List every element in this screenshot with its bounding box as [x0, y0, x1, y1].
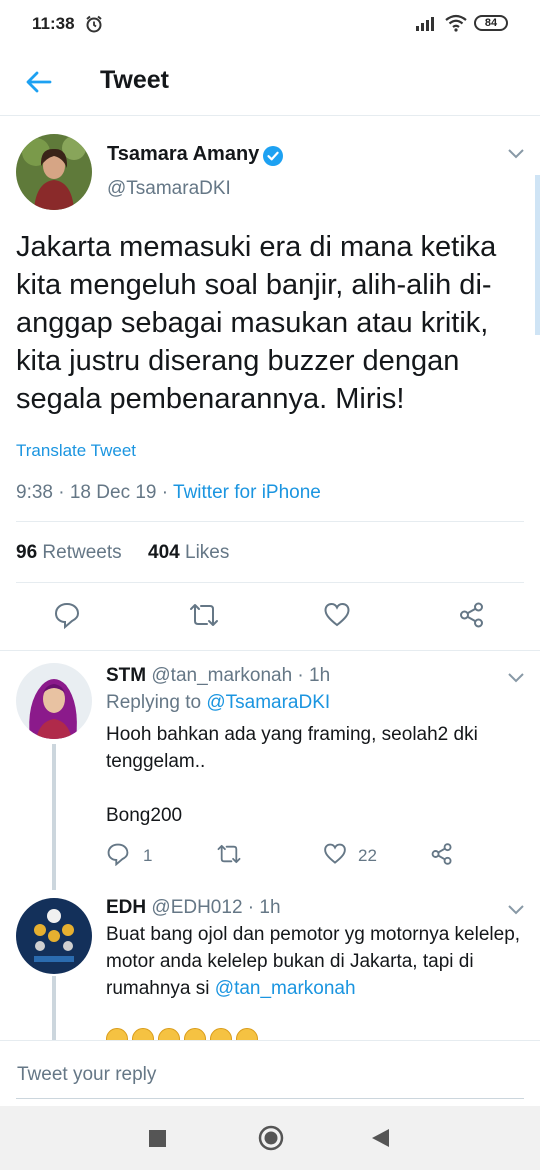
reply-count: 1 — [143, 846, 153, 865]
reply-handle-time: @EDH012 · 1h — [151, 897, 281, 918]
status-bar: 11:38 84 — [0, 0, 540, 46]
avatar-image — [16, 134, 92, 210]
page-title: Tweet — [100, 66, 169, 94]
avatar-image — [16, 898, 92, 974]
reply-tweet[interactable]: EDH @EDH012 · 1h Buat bang ojol dan pemo… — [0, 890, 540, 1040]
reply-input[interactable]: Tweet your reply — [17, 1064, 156, 1086]
divider — [16, 582, 524, 583]
reply-text-2: Bong200 — [106, 805, 183, 826]
avatar-image — [16, 663, 92, 739]
reply-avatar[interactable] — [16, 898, 92, 974]
translate-tweet-link[interactable]: Translate Tweet — [16, 441, 136, 461]
back-triangle-icon[interactable] — [372, 1129, 389, 1147]
tweet-timestamp: 9:38 · 18 Dec 19 · — [16, 482, 174, 503]
reply-header: STM @tan_markonah · 1h — [106, 665, 330, 687]
retweets-label: Retweets — [42, 542, 122, 563]
verified-badge-icon — [263, 146, 283, 166]
retweet-icon[interactable] — [188, 601, 220, 629]
retweets-stat[interactable]: 96 Retweets — [16, 542, 122, 563]
scrollbar[interactable] — [535, 175, 540, 335]
reply-author-name[interactable]: EDH — [106, 897, 146, 918]
retweets-count: 96 — [16, 542, 38, 563]
reply-icon[interactable] — [106, 842, 130, 866]
author-avatar[interactable] — [16, 134, 92, 210]
reply-text: Hooh bahkan ada yang framing, seolah2 dk… — [106, 724, 478, 772]
chevron-down-icon[interactable] — [507, 904, 525, 916]
tweet-meta: 9:38 · 18 Dec 19 · Twitter for iPhone — [16, 482, 321, 504]
reply-text: Buat bang ojol dan pemotor yg motornya k… — [106, 921, 531, 1002]
reply-tweet[interactable]: STM @tan_markonah · 1h Replying to @Tsam… — [0, 650, 540, 890]
wifi-icon — [445, 14, 467, 32]
home-circle-icon[interactable] — [258, 1125, 284, 1151]
author-name[interactable]: Tsamara Amany — [107, 143, 259, 166]
share-icon[interactable] — [430, 842, 454, 866]
reply-avatar[interactable] — [16, 663, 92, 739]
reply-handle-time: @tan_markonah · 1h — [151, 665, 331, 686]
heart-icon[interactable] — [323, 601, 351, 629]
replying-to-prefix: Replying to — [106, 692, 207, 713]
reply-icon[interactable] — [53, 601, 81, 629]
replying-to-link[interactable]: @TsamaraDKI — [206, 692, 330, 713]
tweet-text: Jakarta memasuki era di mana ketika kita… — [16, 231, 497, 415]
divider — [16, 521, 524, 522]
recents-square-icon[interactable] — [149, 1130, 166, 1147]
tweet-source-link[interactable]: Twitter for iPhone — [173, 482, 321, 503]
status-time: 11:38 — [32, 14, 75, 33]
chevron-down-icon[interactable] — [507, 148, 525, 160]
signal-icon — [416, 17, 434, 31]
replying-to: Replying to @TsamaraDKI — [106, 692, 330, 714]
likes-count: 404 — [148, 542, 180, 563]
thread-line — [52, 744, 56, 890]
alarm-icon — [86, 15, 102, 33]
tweet-stats: 96 Retweets 404 Likes — [16, 542, 229, 564]
system-nav-bar — [0, 1106, 540, 1170]
retweet-icon[interactable] — [216, 842, 242, 866]
app-bar: Tweet — [0, 46, 540, 116]
share-icon[interactable] — [458, 601, 486, 629]
author-handle[interactable]: @TsamaraDKI — [107, 178, 231, 200]
likes-label: Likes — [185, 542, 230, 563]
input-underline — [16, 1098, 524, 1099]
heart-icon[interactable] — [323, 842, 347, 866]
battery-indicator: 84 — [474, 15, 508, 31]
reply-author-name[interactable]: STM — [106, 665, 146, 686]
tweet-actions — [0, 595, 540, 639]
chevron-down-icon[interactable] — [507, 672, 525, 684]
mention-link[interactable]: @tan_markonah — [215, 978, 356, 999]
thread-line — [52, 976, 56, 1040]
like-count: 22 — [358, 846, 377, 865]
arrow-left-icon[interactable] — [22, 65, 56, 99]
reply-header: EDH @EDH012 · 1h — [106, 897, 281, 919]
reply-actions: 1 22 — [106, 842, 506, 872]
reply-compose-bar[interactable]: Tweet your reply — [0, 1040, 540, 1106]
likes-stat[interactable]: 404 Likes — [148, 542, 229, 563]
